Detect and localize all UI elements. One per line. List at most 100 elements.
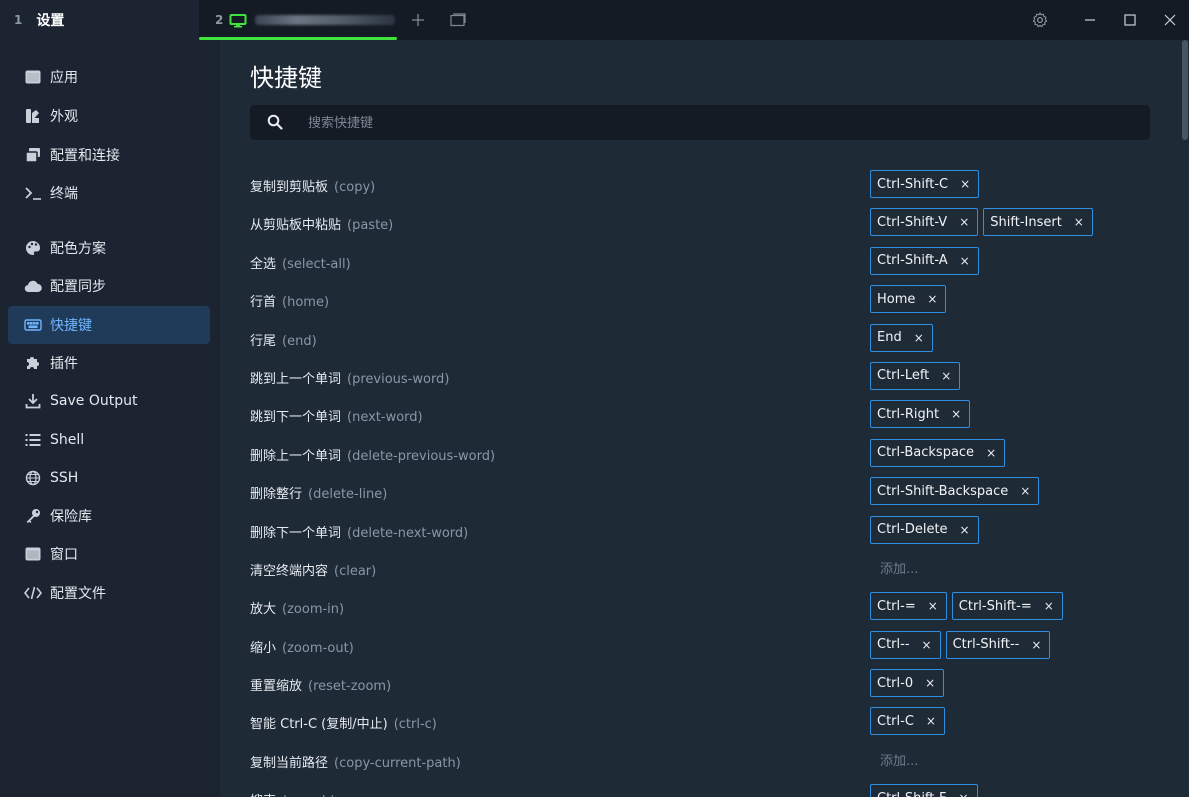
hotkey-row: 跳到下一个单词 (next-word) Ctrl-Right × — [220, 395, 1189, 433]
hotkey-chip[interactable]: Ctrl-Shift-C × — [870, 170, 980, 198]
hotkey-chip-label: Ctrl-Shift-Backspace — [877, 483, 1009, 499]
hotkey-label: 行首 (home) — [250, 291, 329, 310]
hotkey-chip[interactable]: Ctrl-C × — [870, 707, 945, 736]
search-box[interactable] — [250, 105, 1150, 142]
sidebar-item-ssh[interactable]: SSH — [8, 459, 210, 497]
remove-hotkey-icon[interactable]: × — [959, 215, 969, 229]
hotkey-row: 行尾 (end) End × — [220, 319, 1189, 357]
hotkey-chip[interactable]: Ctrl-- × — [870, 630, 941, 659]
settings-sidebar: 应用 外观 配置和连接 终端 配色方案 配置同步 快捷键 插件 Save Out… — [0, 40, 220, 797]
sidebar-item-hotkeys[interactable]: 快捷键 — [8, 306, 210, 344]
hotkey-chip[interactable]: Ctrl-= × — [870, 592, 947, 621]
hotkey-chip[interactable]: Ctrl-Shift-- × — [945, 630, 1051, 659]
hotkey-label: 跳到上一个单词 (previous-word) — [250, 368, 449, 387]
tab-settings[interactable]: 1 设置 — [0, 0, 199, 40]
hotkey-row: 复制当前路径 (copy-current-path) 添加... — [220, 741, 1189, 779]
hotkey-bindings: Ctrl-Delete × — [870, 515, 979, 544]
remove-hotkey-icon[interactable]: × — [1031, 638, 1041, 652]
new-tab-button[interactable] — [400, 0, 436, 40]
hotkey-name: 复制到剪贴板 — [250, 180, 329, 195]
remove-hotkey-icon[interactable]: × — [951, 407, 961, 421]
hotkey-bindings: Ctrl-C × — [870, 707, 945, 736]
sidebar-item-plugins[interactable]: 插件 — [8, 344, 210, 382]
hotkey-id: (copy) — [334, 180, 376, 195]
hotkey-id: (next-word) — [347, 410, 423, 426]
sidebar-item-shell[interactable]: Shell — [8, 421, 210, 459]
minimize-button[interactable] — [1072, 0, 1108, 40]
remove-hotkey-icon[interactable]: × — [927, 292, 937, 306]
maximize-button[interactable] — [1112, 0, 1148, 40]
hotkey-row: 全选 (select-all) Ctrl-Shift-A × — [220, 242, 1189, 280]
remove-hotkey-icon[interactable]: × — [928, 599, 938, 613]
hotkey-chip[interactable]: End × — [870, 323, 933, 352]
hotkey-chip[interactable]: Ctrl-Shift-A × — [870, 246, 979, 275]
hotkey-chip[interactable]: Ctrl-0 × — [870, 669, 945, 698]
sidebar-item-profiles[interactable]: 配置和连接 — [8, 136, 210, 174]
hotkey-name: 缩小 — [250, 640, 277, 656]
hotkey-chip[interactable]: Ctrl-Backspace × — [870, 438, 1006, 467]
hotkey-name: 跳到上一个单词 — [250, 371, 342, 387]
remove-hotkey-icon[interactable]: × — [1044, 599, 1054, 613]
sidebar-item-appearance[interactable]: 外观 — [8, 97, 210, 135]
hotkey-bindings: Home × — [870, 285, 947, 314]
remove-hotkey-icon[interactable]: × — [1020, 484, 1030, 498]
hotkey-id: (end) — [282, 333, 317, 349]
close-button[interactable] — [1152, 0, 1188, 40]
scrollbar-thumb[interactable] — [1182, 40, 1188, 140]
hotkey-id: (delete-line) — [308, 487, 388, 503]
remove-hotkey-icon[interactable]: × — [926, 714, 936, 728]
sidebar-item-label: 应用 — [50, 70, 78, 86]
tab-terminal[interactable]: 2 — [199, 0, 397, 40]
add-hotkey-button[interactable]: 添加... — [870, 746, 918, 774]
hotkeys-panel: 快捷键 复制到剪贴板 (copy) Ctrl-Shift-C × 从剪贴板中粘贴 (pas… — [220, 40, 1189, 797]
search-icon — [267, 114, 283, 134]
remove-hotkey-icon[interactable]: × — [914, 331, 924, 345]
sidebar-item-terminal[interactable]: 终端 — [8, 174, 210, 212]
tab-list-button[interactable] — [440, 0, 476, 40]
hotkey-chip[interactable]: Ctrl-Left × — [870, 361, 961, 390]
hotkey-chip[interactable]: Ctrl-Shift-V × — [870, 208, 979, 237]
hotkey-chip[interactable]: Ctrl-Shift-= × — [951, 592, 1063, 621]
palette-icon — [24, 239, 42, 257]
remove-hotkey-icon[interactable]: × — [925, 676, 935, 690]
sidebar-item-color-scheme[interactable]: 配色方案 — [8, 229, 210, 267]
hotkey-label: 放大 (zoom-in) — [250, 598, 344, 617]
globe-icon — [24, 469, 42, 487]
monitor-icon — [229, 13, 247, 28]
puzzle-icon — [24, 354, 42, 372]
sidebar-item-window[interactable]: 窗口 — [8, 535, 210, 573]
hotkey-id: (delete-previous-word) — [347, 448, 496, 464]
sidebar-item-label: 保险库 — [50, 509, 92, 525]
scrollbar[interactable] — [1181, 40, 1189, 797]
hotkey-chip[interactable]: Ctrl-Shift-Backspace × — [870, 477, 1040, 506]
hotkey-bindings: Ctrl-Shift-V × Shift-Insert × — [870, 208, 1093, 237]
hotkey-chip[interactable]: Ctrl-Delete × — [870, 515, 979, 544]
sidebar-item-config-sync[interactable]: 配置同步 — [8, 267, 210, 305]
remove-hotkey-icon[interactable]: × — [960, 254, 970, 268]
sidebar-item-app[interactable]: 应用 — [8, 58, 210, 96]
sidebar-item-label: 插件 — [50, 356, 78, 372]
hotkey-chip[interactable]: Ctrl-Shift-F × — [870, 784, 978, 797]
hotkey-chip[interactable]: Ctrl-Right × — [870, 400, 971, 429]
add-hotkey-button[interactable]: 添加... — [870, 554, 918, 582]
sidebar-item-config-file[interactable]: 配置文件 — [8, 574, 210, 612]
remove-hotkey-icon[interactable]: × — [960, 523, 970, 537]
remove-hotkey-icon[interactable]: × — [959, 791, 969, 797]
sidebar-item-vault[interactable]: 保险库 — [8, 497, 210, 535]
hotkey-id: (paste) — [347, 218, 394, 234]
remove-hotkey-icon[interactable]: × — [1074, 215, 1084, 229]
remove-hotkey-icon[interactable]: × — [922, 638, 932, 652]
tab-title: 设置 — [36, 13, 65, 29]
page-title: 快捷键 — [250, 64, 322, 92]
hotkey-row: 缩小 (zoom-out) Ctrl-- × Ctrl-Shift-- × — [220, 626, 1189, 664]
hotkey-label: 删除整行 (delete-line) — [250, 483, 387, 502]
remove-hotkey-icon[interactable]: × — [960, 177, 970, 191]
remove-hotkey-icon[interactable]: × — [986, 446, 996, 460]
remove-hotkey-icon[interactable]: × — [941, 369, 951, 383]
hotkey-row: 从剪贴板中粘贴 (paste) Ctrl-Shift-V × Shift-Insert × — [220, 203, 1189, 241]
sidebar-item-save-output[interactable]: Save Output — [8, 382, 210, 420]
hotkey-chip[interactable]: Home × — [870, 285, 947, 314]
settings-button[interactable] — [1022, 0, 1058, 40]
hotkey-chip[interactable]: Shift-Insert × — [983, 208, 1093, 237]
search-input[interactable] — [306, 105, 1110, 142]
